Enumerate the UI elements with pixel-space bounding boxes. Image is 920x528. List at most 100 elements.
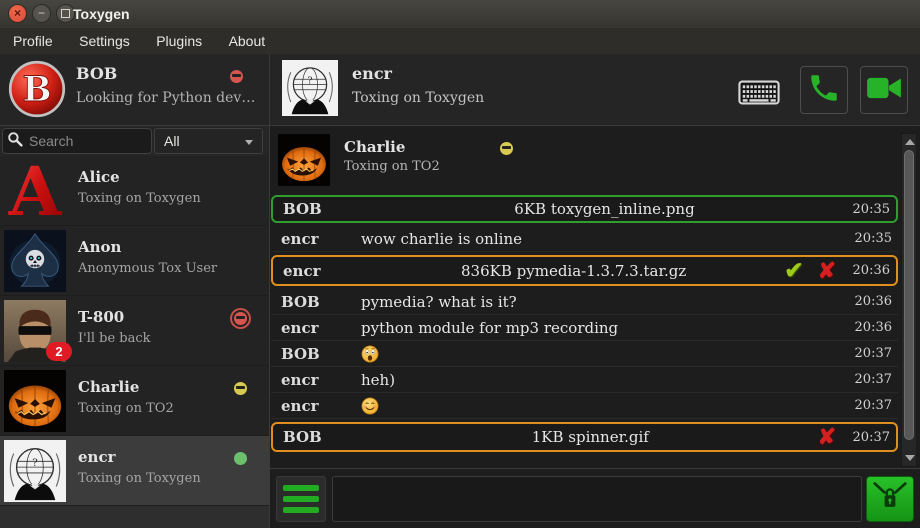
message-time: 20:35 (846, 202, 892, 217)
anon-mask-avatar: ? (282, 60, 338, 116)
cancel-transfer-button[interactable]: ✘ (818, 424, 836, 450)
audio-call-button[interactable] (800, 66, 848, 114)
close-icon: × (14, 6, 21, 20)
message-author: encr (275, 371, 361, 389)
contact-list: A Alice Toxing on Toxygen Anon Anonymous… (0, 156, 269, 506)
message-time: 20:36 (846, 263, 892, 278)
message-time: 20:36 (848, 294, 894, 309)
message-list: BOB 6KB toxygen_inline.png 20:35 encr wo… (271, 192, 898, 455)
contact-filter-value: All (164, 133, 180, 149)
phone-icon (807, 71, 841, 110)
message-row: encr python module for mp3 recording 20:… (271, 315, 898, 341)
minimize-icon: − (38, 6, 45, 20)
active-chat-name: encr (352, 64, 392, 83)
transfer-actions: ✔✘ (784, 257, 836, 284)
contact-list-item-alice[interactable]: A Alice Toxing on Toxygen (0, 156, 269, 226)
message-row: encr wow charlie is online 20:35 (271, 226, 898, 252)
chat-contact-header: Charlie Toxing on TO2 (270, 126, 900, 188)
contact-name: Alice (78, 168, 120, 186)
header-strip: B BOB Looking for Python dev… ? encr Tox… (0, 54, 920, 126)
message-content: heh) (361, 371, 848, 389)
contact-list-item-charlie[interactable]: Charlie Toxing on TO2 (0, 366, 269, 436)
search-input[interactable] (27, 132, 147, 150)
message-author: BOB (277, 428, 363, 446)
message-content: 1KB spinner.gif (363, 428, 818, 446)
message-time: 20:37 (848, 398, 894, 413)
message-row: BOB 20:37 (271, 341, 898, 367)
message-content: wow charlie is online (361, 230, 848, 248)
message-author: encr (277, 262, 363, 280)
message-time: 20:36 (848, 320, 894, 335)
scrollbar-thumb[interactable] (904, 150, 914, 440)
chat-contact-status-message: Toxing on TO2 (344, 159, 440, 174)
active-chat-status-message: Toxing on Toxygen (352, 90, 484, 106)
svg-text:?: ? (307, 76, 312, 87)
search-box (2, 128, 152, 154)
message-time: 20:35 (848, 231, 894, 246)
send-encrypted-button[interactable] (866, 476, 914, 522)
menu-item-plugins[interactable]: Plugins (145, 28, 213, 54)
message-row: BOB pymedia? what is it? 20:36 (271, 289, 898, 315)
pumpkin-avatar (4, 370, 66, 432)
accept-transfer-button[interactable]: ✔ (784, 257, 803, 284)
contact-name: Anon (78, 238, 121, 256)
message-content: python module for mp3 recording (361, 319, 848, 337)
minimize-button[interactable]: − (32, 4, 51, 23)
contact-status-message: Anonymous Tox User (78, 261, 217, 276)
contact-name: T-800 (78, 308, 124, 326)
away-status-icon (234, 382, 247, 395)
file-transfer-row: encr 836KB pymedia-1.3.7.3.tar.gz ✔✘ 20:… (271, 255, 898, 286)
svg-text:A: A (8, 160, 63, 222)
chevron-down-icon (245, 140, 253, 145)
bob-avatar[interactable]: B (8, 60, 66, 118)
contact-list-item-anon[interactable]: Anon Anonymous Tox User (0, 226, 269, 296)
composer-divider (270, 468, 920, 469)
anon-mask-avatar: ? (4, 440, 66, 502)
contact-status-message: I'll be back (78, 331, 151, 346)
titlebar: × − Toxygen (0, 0, 920, 29)
busy-status-icon (234, 312, 247, 325)
file-transfer-row: BOB 6KB toxygen_inline.png 20:35 (271, 195, 898, 223)
cancel-transfer-button[interactable]: ✘ (818, 258, 836, 284)
contact-name: Charlie (78, 378, 139, 396)
contact-list-item-encr[interactable]: ? encr Toxing on Toxygen (0, 436, 269, 506)
svg-text:B: B (22, 70, 51, 110)
message-content: 836KB pymedia-1.3.7.3.tar.gz (363, 262, 784, 280)
scroll-down-arrow[interactable] (905, 455, 915, 461)
message-time: 20:37 (846, 430, 892, 445)
message-input[interactable] (332, 476, 862, 522)
contact-status-message: Toxing on TO2 (78, 401, 174, 416)
contacts-sidebar: All A Alice Toxing on Toxygen Anon Anony… (0, 126, 269, 528)
away-status-icon (500, 142, 513, 155)
message-author: encr (275, 319, 361, 337)
menu-item-about[interactable]: About (218, 28, 277, 54)
menu-item-profile[interactable]: Profile (2, 28, 64, 54)
pumpkin-avatar (278, 134, 330, 186)
menu-bar: Profile Settings Plugins About (0, 28, 920, 54)
message-author: encr (275, 397, 361, 415)
search-icon (7, 131, 23, 152)
window-title: Toxygen (73, 0, 130, 28)
self-status-message: Looking for Python dev… (76, 90, 255, 106)
panel-divider (269, 54, 270, 528)
scroll-up-arrow[interactable] (905, 139, 915, 145)
keyboard-icon[interactable] (738, 80, 780, 110)
toxygen-window: × − Toxygen Profile Settings Plugins Abo… (0, 0, 920, 528)
contact-filter-dropdown[interactable]: All (154, 128, 263, 154)
chat-pane: Charlie Toxing on TO2 BOB 6KB toxygen_in… (270, 126, 920, 528)
menu-item-settings[interactable]: Settings (68, 28, 141, 54)
lock-send-icon (870, 479, 910, 520)
message-row: encr 20:37 (271, 393, 898, 419)
video-camera-icon (866, 74, 902, 107)
transfer-actions: ✘ (818, 424, 836, 450)
chat-contact-name: Charlie (344, 138, 405, 156)
contact-name: encr (78, 448, 116, 466)
smiling-face-emoji (361, 397, 848, 415)
smileys-menu-button[interactable] (276, 476, 326, 522)
chat-scrollbar[interactable] (901, 133, 917, 467)
message-author: BOB (275, 345, 361, 363)
contact-list-item-t-800[interactable]: T-800 I'll be back 2 (0, 296, 269, 366)
close-button[interactable]: × (8, 4, 27, 23)
letter-a-avatar: A (4, 160, 66, 222)
video-call-button[interactable] (860, 66, 908, 114)
